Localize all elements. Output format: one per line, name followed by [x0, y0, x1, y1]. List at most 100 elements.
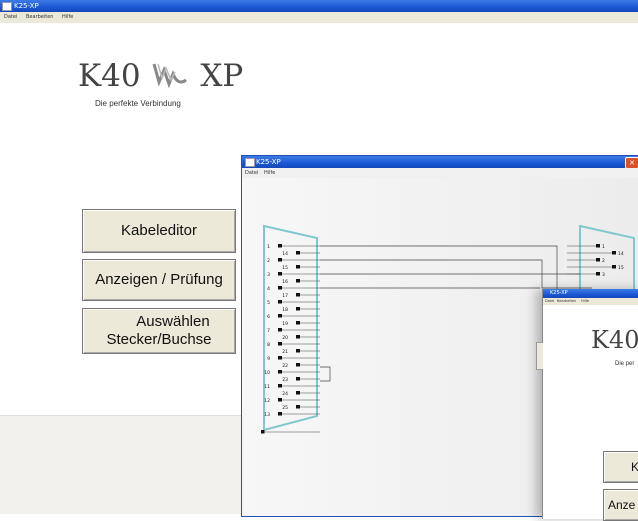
menu-hilfe[interactable]: Hilfe — [62, 12, 73, 23]
left-connector-outline — [263, 224, 318, 432]
left-pin-label: 22 — [282, 363, 288, 369]
app-icon — [2, 2, 12, 11]
left-pin-label: 7 — [267, 328, 270, 334]
main-window-title: K25-XP — [14, 2, 39, 10]
left-pin-square — [296, 377, 300, 381]
left-pin-square — [296, 279, 300, 283]
kabeleditor-label: Kabeleditor — [121, 222, 197, 239]
left-pin-square — [278, 258, 282, 262]
left-pin-label: 13 — [264, 412, 270, 418]
main-menu-bar: Datei Bearbeiten Hilfe — [0, 12, 638, 23]
editor-menu-hilfe[interactable]: Hilfe — [264, 168, 275, 178]
left-pin-label: 24 — [282, 391, 288, 397]
left-pin-square — [296, 321, 300, 325]
logo-text-right: XP — [200, 58, 244, 94]
third-button-label-1: K — [631, 460, 638, 474]
left-pin-square — [278, 370, 282, 374]
left-pin-square — [296, 265, 300, 269]
left-pin-square — [296, 391, 300, 395]
left-pin-label: 10 — [264, 370, 270, 376]
wire-pin1 — [320, 245, 558, 298]
anzeigen-label: Anzeigen / Prüfung — [95, 271, 223, 288]
left-pin-square — [278, 272, 282, 276]
ground-pin-square — [261, 430, 265, 434]
left-pin-label: 23 — [282, 377, 288, 383]
left-pin-square — [278, 384, 282, 388]
third-anzeigen-button[interactable]: Anze — [603, 489, 638, 521]
left-pin-label: 12 — [264, 398, 270, 404]
menu-bearbeiten[interactable]: Bearbeiten — [26, 12, 53, 23]
left-pin-label: 5 — [267, 300, 270, 306]
auswaehlen-label-line2: Stecker/Buchse — [106, 331, 212, 348]
wire-loop — [320, 366, 331, 382]
left-pin-label: 16 — [282, 279, 288, 285]
left-pin-square — [296, 335, 300, 339]
left-pin-square — [296, 405, 300, 409]
left-pin-label: 25 — [282, 405, 288, 411]
right-pin-label: 1 — [602, 244, 605, 250]
left-pin-label: 19 — [282, 321, 288, 327]
left-pin-square — [278, 342, 282, 346]
left-pin-label: 6 — [267, 314, 270, 320]
third-menu-bearbeiten[interactable]: Bearbeiten — [557, 298, 576, 305]
third-logo: K40 — [591, 326, 638, 354]
left-pin-square — [278, 398, 282, 402]
left-pin-square — [296, 293, 300, 297]
right-pin-label: 15 — [618, 265, 624, 271]
left-pin-square — [278, 328, 282, 332]
editor-window-title: K25-XP — [256, 158, 281, 166]
right-pin-square — [596, 272, 600, 276]
logo-text-left: K40 — [78, 58, 141, 94]
kabeleditor-button[interactable]: Kabeleditor — [82, 209, 236, 253]
left-pin-label: 15 — [282, 265, 288, 271]
left-pin-label: 3 — [267, 272, 270, 278]
cable-logo-icon — [153, 63, 188, 89]
hidden-button-edge — [536, 342, 543, 370]
close-icon: ✕ — [629, 159, 635, 167]
third-window: K25-XP Datei Bearbeiten Hilfe K40 Die pe… — [542, 289, 638, 521]
auswaehlen-stecker-button[interactable]: Auswählen Stecker/Buchse — [82, 308, 236, 354]
left-pin-label: 1 — [267, 244, 270, 250]
left-pin-square — [278, 300, 282, 304]
third-title-bar[interactable]: K25-XP — [543, 289, 638, 298]
left-pin-square — [296, 349, 300, 353]
third-window-title: K25-XP — [550, 290, 568, 296]
left-pin-square — [296, 307, 300, 311]
third-kabeleditor-button[interactable]: K — [603, 451, 638, 483]
right-pin-label: 3 — [602, 272, 605, 278]
left-pin-label: 17 — [282, 293, 288, 299]
left-pin-label: 18 — [282, 307, 288, 313]
left-pin-square — [296, 363, 300, 367]
left-pin-label: 21 — [282, 349, 288, 355]
left-pin-label: 8 — [267, 342, 270, 348]
left-pin-square — [278, 286, 282, 290]
main-bottom-panel — [0, 415, 242, 514]
right-pin-square — [612, 265, 616, 269]
left-pin-label: 20 — [282, 335, 288, 341]
editor-app-icon — [245, 158, 255, 167]
left-pin-square — [278, 244, 282, 248]
anzeigen-pruefung-button[interactable]: Anzeigen / Prüfung — [82, 259, 236, 301]
editor-menu-bar: Datei Hilfe — [242, 168, 638, 178]
left-pin-label: 9 — [267, 356, 270, 362]
product-logo: K40 XP — [78, 58, 243, 94]
editor-menu-datei[interactable]: Datei — [245, 168, 258, 178]
left-pin-label: 14 — [282, 251, 288, 257]
right-pin-label: 14 — [618, 251, 624, 257]
left-pin-label: 2 — [267, 258, 270, 264]
menu-datei[interactable]: Datei — [4, 12, 17, 23]
auswaehlen-label-line1: Auswählen — [136, 313, 210, 330]
third-button-label-2: Anze — [608, 498, 636, 512]
third-menu-hilfe[interactable]: Hilfe — [581, 298, 589, 305]
left-pin-square — [278, 356, 282, 360]
left-pin-square — [278, 412, 282, 416]
right-pin-square — [596, 244, 600, 248]
left-pin-label: 11 — [264, 384, 270, 390]
third-menu-datei[interactable]: Datei — [545, 298, 554, 305]
third-tagline: Die per — [615, 361, 635, 367]
tagline: Die perfekte Verbindung — [95, 99, 181, 108]
editor-title-bar[interactable]: K25-XP ✕ — [242, 156, 638, 169]
main-title-bar[interactable]: K25-XP — [0, 0, 638, 12]
third-menu-bar: Datei Bearbeiten Hilfe — [543, 298, 638, 305]
right-pin-square — [612, 251, 616, 255]
